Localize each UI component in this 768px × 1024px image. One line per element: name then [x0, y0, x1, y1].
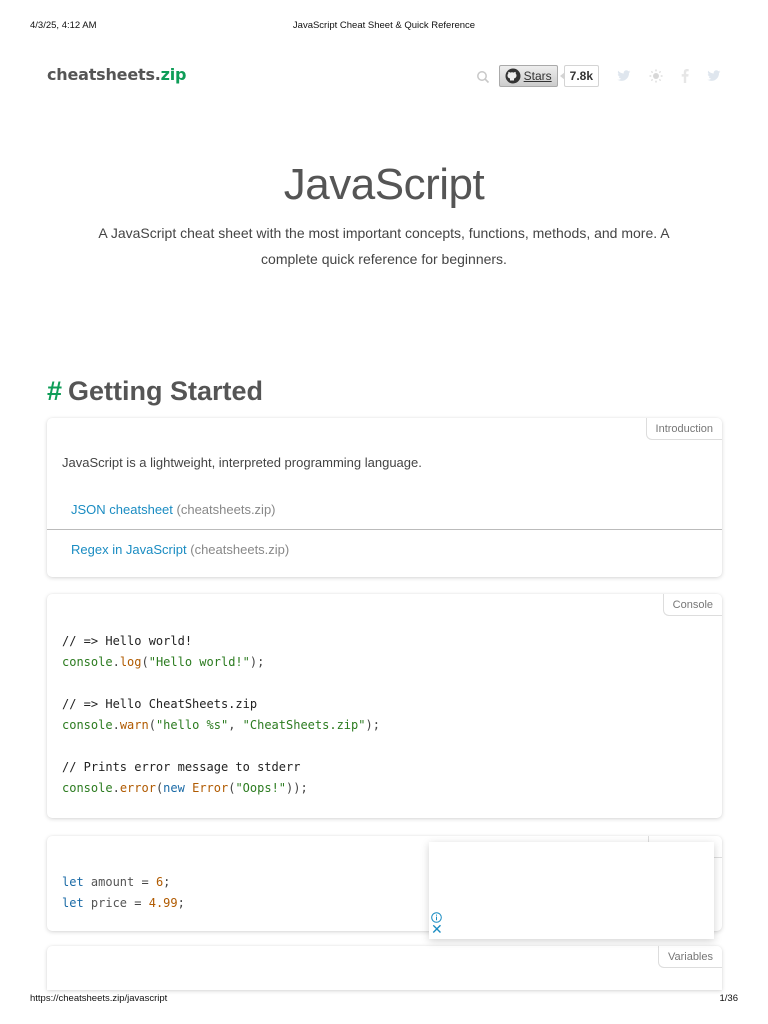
site-logo[interactable]: cheatsheets.zip	[47, 65, 186, 84]
code-punct: (	[141, 655, 149, 669]
intro-text: JavaScript is a lightweight, interpreted…	[62, 455, 422, 470]
github-stars-button[interactable]: Stars	[498, 65, 558, 87]
code-keyword: let	[62, 896, 84, 910]
json-cheatsheet-link[interactable]: JSON cheatsheet	[71, 502, 173, 517]
code-line: let price = 4.99;	[62, 893, 185, 914]
code-comment: // => Hello world!	[62, 634, 193, 648]
navbar: cheatsheets.zip Stars 7.8k	[47, 62, 721, 90]
close-icon[interactable]: ✕	[431, 923, 443, 937]
link-item-json: JSON cheatsheet (cheatsheets.zip)	[71, 502, 276, 517]
code-line: console.warn("hello %s", "CheatSheets.zi…	[62, 715, 380, 736]
theme-toggle-icon[interactable]	[649, 69, 663, 83]
print-document-title: JavaScript Cheat Sheet & Quick Reference	[292, 20, 476, 31]
code-punct: .	[112, 718, 120, 732]
stars-label: Stars	[523, 69, 552, 83]
facebook-icon[interactable]	[681, 69, 689, 83]
section-anchor[interactable]: #	[47, 376, 62, 406]
code-keyword: new	[163, 781, 185, 795]
twitter-icon[interactable]	[617, 70, 631, 82]
page-title: JavaScript	[283, 160, 485, 209]
code-method: error	[119, 781, 156, 795]
code-comment: // Prints error message to stderr	[62, 760, 301, 774]
section-title-text: Getting Started	[68, 376, 264, 406]
card-variables: Variables	[47, 946, 722, 990]
code-identifier: price	[83, 896, 135, 910]
code-line: // => Hello world!	[62, 631, 380, 652]
page-description: A JavaScript cheat sheet with the most i…	[98, 225, 670, 267]
code-punct: ));	[286, 781, 308, 795]
print-page-number: 1/36	[719, 993, 739, 1004]
card-introduction: Introduction JavaScript is a lightweight…	[47, 418, 722, 577]
ad-banner[interactable]: ✕	[429, 842, 714, 939]
code-object: console	[62, 781, 113, 795]
code-punct: ;	[163, 875, 171, 889]
card-console: Console // => Hello world! console.log("H…	[47, 594, 722, 818]
code-punct: ,	[228, 718, 243, 732]
twitter-share-icon[interactable]	[707, 70, 721, 82]
code-class: Error	[192, 781, 229, 795]
code-punct: .	[112, 781, 120, 795]
code-punct: );	[365, 718, 380, 732]
code-object: console	[62, 655, 113, 669]
code-comment: // => Hello CheatSheets.zip	[62, 697, 258, 711]
section-heading-getting-started: # Getting Started	[47, 376, 263, 407]
card-tag-introduction: Introduction	[645, 418, 722, 440]
code-block-numbers: let amount = 6; let price = 4.99;	[62, 872, 185, 914]
code-punct: ;	[177, 896, 185, 910]
link-source: (cheatsheets.zip)	[176, 502, 276, 517]
code-string: "Oops!"	[235, 781, 287, 795]
code-punct: (	[148, 718, 156, 732]
code-string: "hello %s"	[155, 718, 229, 732]
code-number: 4.99	[148, 896, 178, 910]
code-line: // Prints error message to stderr	[62, 757, 380, 778]
code-object: console	[62, 718, 113, 732]
divider	[47, 529, 722, 530]
link-source: (cheatsheets.zip)	[190, 542, 290, 557]
logo-accent: zip	[160, 65, 187, 84]
code-line: console.log("Hello world!");	[62, 652, 380, 673]
search-icon[interactable]	[476, 69, 490, 84]
code-identifier: amount	[83, 875, 142, 889]
code-line: // => Hello CheatSheets.zip	[62, 694, 380, 715]
logo-text: cheatsheets.	[47, 65, 161, 84]
stars-count[interactable]: 7.8k	[559, 65, 599, 87]
code-method: warn	[119, 718, 149, 732]
code-method: log	[119, 655, 142, 669]
code-line: console.error(new Error("Oops!"));	[62, 778, 380, 799]
link-item-regex: Regex in JavaScript (cheatsheets.zip)	[71, 542, 289, 557]
code-punct: .	[112, 655, 120, 669]
regex-javascript-link[interactable]: Regex in JavaScript	[71, 542, 187, 557]
code-string: "CheatSheets.zip"	[242, 718, 366, 732]
code-operator: =	[134, 896, 149, 910]
card-tag-variables: Variables	[657, 946, 722, 968]
code-keyword: let	[62, 875, 84, 889]
print-header: 4/3/25, 4:12 AM JavaScript Cheat Sheet &…	[0, 20, 768, 34]
code-line: let amount = 6;	[62, 872, 185, 893]
print-url: https://cheatsheets.zip/javascript	[30, 993, 168, 1004]
code-operator: =	[141, 875, 156, 889]
code-block-console: // => Hello world! console.log("Hello wor…	[62, 631, 380, 799]
navbar-actions: Stars 7.8k	[476, 63, 721, 89]
card-tag-console: Console	[662, 594, 722, 616]
code-string: "Hello world!"	[148, 655, 250, 669]
github-icon	[505, 68, 521, 84]
code-punct: );	[249, 655, 265, 669]
